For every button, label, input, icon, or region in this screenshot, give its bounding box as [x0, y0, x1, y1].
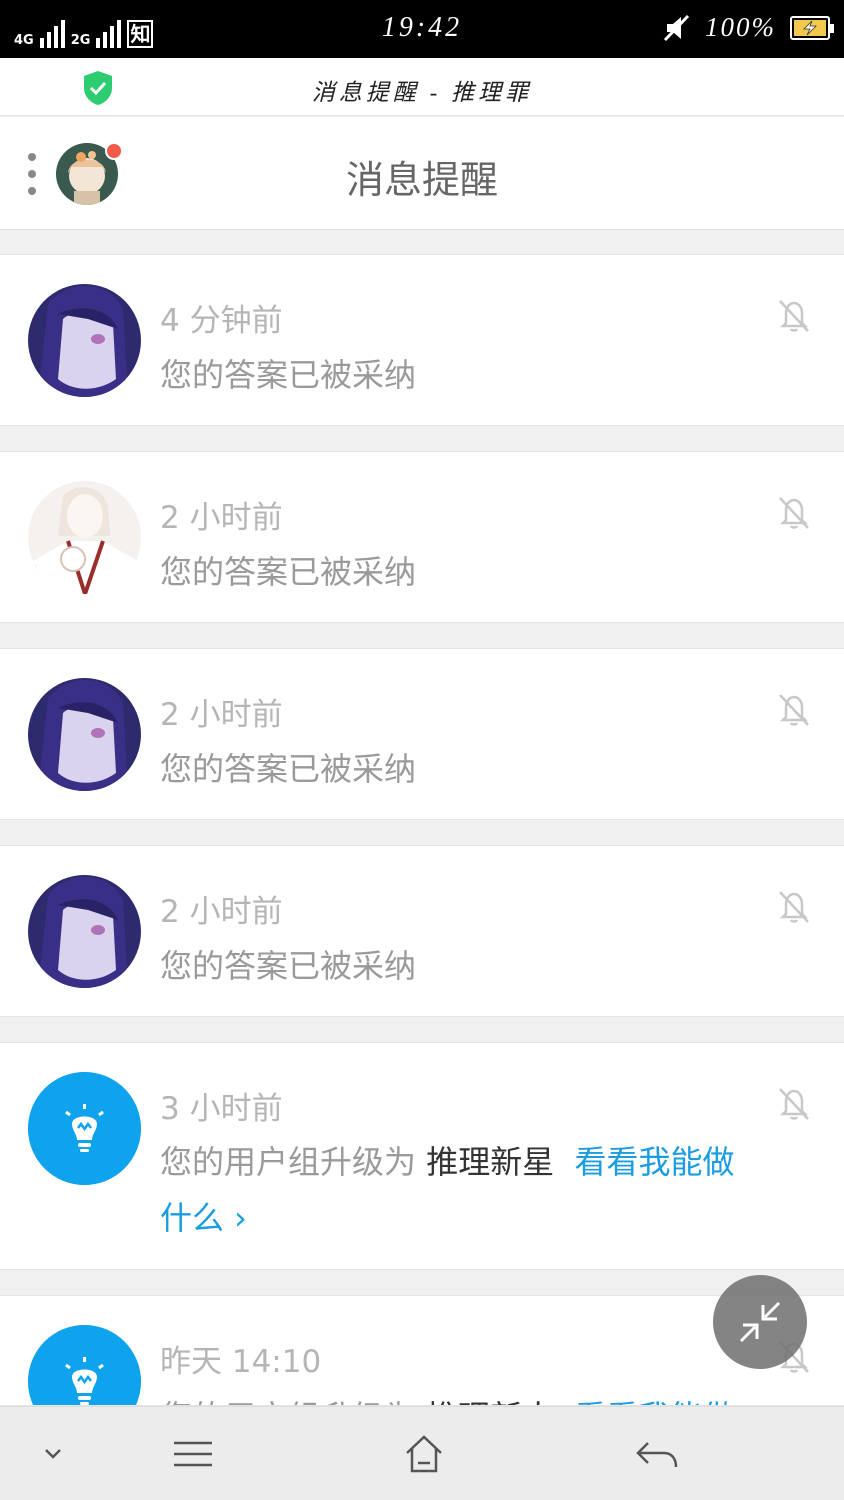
- message-prefix: 您的用户组升级为: [160, 1398, 416, 1405]
- chevron-down-icon[interactable]: [28, 1431, 78, 1477]
- notification-message: 您的答案已被采纳: [160, 356, 417, 394]
- notification-card[interactable]: 3 小时前 您的用户组升级为 推理新星 看看我能做什么 ›: [0, 1042, 844, 1270]
- battery-percent: 100%: [705, 12, 776, 42]
- mute-icon: [663, 14, 690, 41]
- avatar[interactable]: [28, 875, 141, 988]
- bell-off-icon[interactable]: [774, 492, 814, 532]
- notification-message: 您的答案已被采纳: [160, 947, 417, 985]
- page-title: 消息提醒 - 推理罪: [311, 80, 533, 105]
- notification-card[interactable]: 2 小时前 您的答案已被采纳: [0, 648, 844, 820]
- lightbulb-icon[interactable]: [28, 1325, 141, 1405]
- notification-time: 4 分钟前: [160, 303, 283, 339]
- notification-time: 2 小时前: [160, 500, 283, 536]
- bell-off-icon[interactable]: [774, 295, 814, 335]
- notification-time: 3 小时前: [160, 1091, 283, 1127]
- notification-message: 您的答案已被采纳: [160, 750, 417, 788]
- back-icon[interactable]: [632, 1431, 682, 1477]
- notification-message: 您的用户组升级为 推理新星 看看我能做什么 ›: [160, 1134, 760, 1246]
- see-privileges-link[interactable]: 看看我能做: [575, 1398, 735, 1405]
- header-title: 消息提醒: [345, 158, 498, 202]
- avatar[interactable]: [28, 284, 141, 397]
- battery-icon: [790, 15, 834, 40]
- bell-off-icon[interactable]: [774, 1083, 814, 1123]
- message-prefix: 您的用户组升级为: [160, 1143, 417, 1181]
- app-header: 消息提醒: [0, 117, 844, 230]
- notification-time: 2 小时前: [160, 697, 283, 733]
- collapse-button[interactable]: [713, 1275, 807, 1369]
- home-icon[interactable]: [399, 1431, 449, 1477]
- notification-card[interactable]: 2 小时前 您的答案已被采纳: [0, 451, 844, 623]
- bell-off-icon[interactable]: [774, 689, 814, 729]
- user-group-name: 推理新人: [426, 1398, 554, 1405]
- notification-message: 您的答案已被采纳: [160, 553, 417, 591]
- collapse-arrows-icon: [739, 1301, 781, 1343]
- avatar[interactable]: [28, 678, 141, 791]
- browser-title-bar: 消息提醒 - 推理罪: [0, 58, 844, 116]
- menu-icon[interactable]: [168, 1431, 218, 1477]
- notification-card[interactable]: 4 分钟前 您的答案已被采纳: [0, 254, 844, 426]
- status-bar: 4G 2G 知 19:42 100%: [0, 0, 844, 58]
- notification-time: 昨天 14:10: [160, 1344, 322, 1380]
- notification-card[interactable]: 2 小时前 您的答案已被采纳: [0, 845, 844, 1017]
- avatar[interactable]: [28, 481, 141, 594]
- system-nav-bar: [0, 1406, 844, 1500]
- notification-time: 2 小时前: [160, 894, 283, 930]
- notification-message: 您的用户组升级为 推理新人 看看我能做: [160, 1389, 760, 1405]
- lightbulb-icon[interactable]: [28, 1072, 141, 1185]
- user-group-name: 推理新星: [426, 1143, 555, 1181]
- bell-off-icon[interactable]: [774, 886, 814, 926]
